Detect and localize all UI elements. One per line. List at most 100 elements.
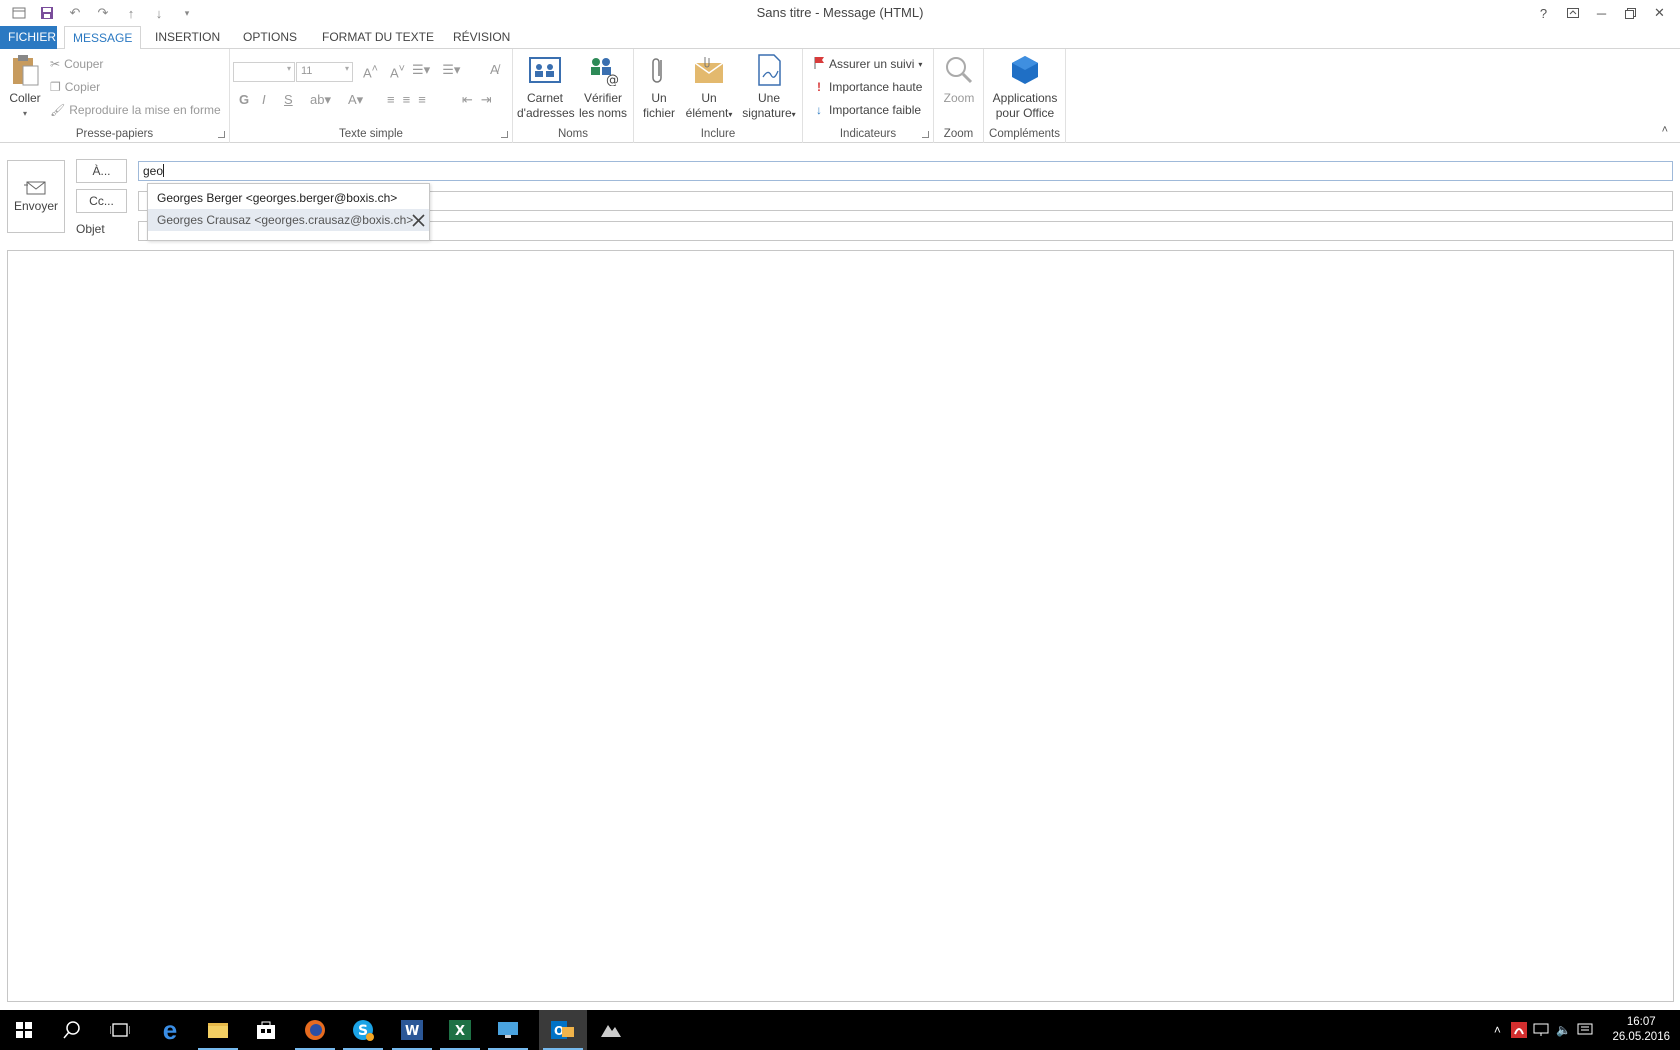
address-book-label-2: d'adresses [517, 106, 575, 120]
send-button[interactable]: Envoyer [7, 160, 65, 233]
zoom-label: Zoom [943, 91, 975, 105]
numbering-icon[interactable]: ☰▾ [442, 62, 460, 78]
attach-item-button[interactable]: Un élément▾ [680, 53, 738, 122]
tab-insert[interactable]: INSERTION [147, 26, 228, 49]
indent-buttons: ⇤ ⇥ [462, 92, 492, 108]
include-group-label: Inclure [700, 128, 736, 140]
attach-file-button[interactable]: Un fichier [638, 53, 680, 121]
message-body[interactable] [7, 250, 1674, 1002]
follow-up-dropdown-icon[interactable]: ▾ [918, 60, 922, 69]
align-center-icon[interactable]: ≡ [403, 92, 411, 107]
autocomplete-item-selected[interactable]: Georges Crausaz <georges.crausaz@boxis.c… [148, 209, 429, 231]
paste-dropdown-icon[interactable]: ▾ [6, 106, 44, 121]
close-window-icon[interactable]: ✕ [1645, 2, 1674, 24]
font-size-combo[interactable]: 11 ▾ [296, 62, 353, 82]
group-zoom: Zoom Zoom [934, 49, 984, 143]
group-tags: Assurer un suivi ▾ ! Importance haute ↓ … [803, 49, 934, 143]
restore-icon[interactable] [1616, 2, 1645, 24]
signature-button[interactable]: Une signature▾ [738, 53, 800, 122]
cut-button[interactable]: ✂ Couper [50, 54, 103, 74]
font-grow-shrink: A˄ A˅ [363, 63, 405, 80]
show-hidden-icons-icon[interactable]: ˄ [1486, 1023, 1508, 1037]
autocomplete-item[interactable]: Georges Berger <georges.berger@boxis.ch> [148, 187, 429, 209]
volume-icon[interactable]: 🔈 [1552, 1023, 1574, 1037]
font-color-icon[interactable]: A▾ [348, 92, 363, 108]
group-names: Carnet d'adresses @ Vérifier les noms No… [513, 49, 634, 143]
task-view-icon [110, 1023, 130, 1037]
low-importance-label: Importance faible [829, 103, 922, 117]
start-button[interactable] [0, 1010, 48, 1050]
underline-button[interactable]: S [284, 92, 293, 107]
copy-button[interactable]: ❐ Copier [50, 77, 100, 97]
office-apps-button[interactable]: Applications pour Office [986, 53, 1064, 121]
font-name-combo[interactable]: ▾ [233, 62, 295, 82]
highlight-icon[interactable]: ab▾ [310, 92, 331, 108]
follow-up-label: Assurer un suivi [829, 57, 915, 71]
search-icon [63, 1021, 80, 1039]
address-book-button[interactable]: Carnet d'adresses [517, 53, 575, 121]
tab-review[interactable]: RÉVISION [445, 26, 518, 49]
to-field[interactable]: geo [138, 161, 1673, 181]
action-center-icon[interactable] [1574, 1023, 1596, 1037]
app-button[interactable] [587, 1010, 635, 1050]
tab-message[interactable]: MESSAGE [64, 26, 142, 50]
tab-format-text[interactable]: FORMAT DU TEXTE [314, 26, 442, 49]
word-button[interactable]: W [388, 1010, 436, 1050]
low-importance-button[interactable]: ↓ Importance faible [813, 100, 921, 120]
italic-button[interactable]: I [262, 92, 266, 107]
decrease-indent-icon[interactable]: ⇤ [462, 92, 473, 108]
remote-desktop-button[interactable] [484, 1010, 532, 1050]
scissors-icon: ✂ [50, 57, 61, 71]
paste-button[interactable]: Coller ▾ [6, 53, 44, 121]
cc-button[interactable]: Cc... [76, 189, 127, 213]
task-view-button[interactable] [96, 1010, 144, 1050]
tab-file[interactable]: FICHIER [0, 26, 57, 49]
down-arrow-icon: ↓ [816, 103, 822, 117]
skype-button[interactable]: S [339, 1010, 387, 1050]
align-right-icon[interactable]: ≡ [418, 92, 426, 107]
windows-logo-icon [16, 1022, 32, 1038]
signature-label-1: Une [757, 91, 780, 105]
firefox-button[interactable] [291, 1010, 339, 1050]
high-importance-button[interactable]: ! Importance haute [813, 77, 922, 97]
remove-suggestion-icon[interactable] [409, 211, 427, 229]
clipboard-launcher-icon[interactable] [218, 131, 225, 138]
align-left-icon[interactable]: ≡ [387, 92, 395, 107]
tab-options[interactable]: OPTIONS [235, 26, 305, 49]
attach-file-label-2: fichier [642, 106, 675, 120]
help-icon[interactable]: ? [1529, 2, 1558, 24]
envelope-attach-icon [692, 53, 726, 87]
to-button[interactable]: À... [76, 159, 127, 183]
antivirus-icon[interactable] [1508, 1022, 1530, 1038]
ribbon-display-options-icon[interactable] [1558, 2, 1587, 24]
collapse-ribbon-icon[interactable]: ˄ [1662, 124, 1668, 136]
basic-text-launcher-icon[interactable] [501, 131, 508, 138]
clipboard-group-label: Presse-papiers [75, 128, 154, 140]
excel-button[interactable]: X [436, 1010, 484, 1050]
clock[interactable]: 16:07 26.05.2016 [1612, 1015, 1670, 1045]
clear-format-icon[interactable]: A̸ [490, 62, 499, 77]
file-explorer-button[interactable] [194, 1010, 242, 1050]
autocomplete-list: Georges Berger <georges.berger@boxis.ch>… [147, 183, 430, 241]
search-button[interactable] [48, 1010, 96, 1050]
edge-icon: e [162, 1014, 178, 1045]
outlook-button[interactable]: O [539, 1010, 587, 1050]
check-names-button[interactable]: @ Vérifier les noms [576, 53, 630, 121]
copy-icon: ❐ [50, 80, 61, 94]
network-icon[interactable] [1530, 1023, 1552, 1037]
text-caret [163, 164, 165, 177]
edge-button[interactable]: e [146, 1010, 194, 1050]
shrink-font-icon[interactable]: A˅ [390, 63, 405, 80]
tags-launcher-icon[interactable] [922, 131, 929, 138]
grow-font-icon[interactable]: A˄ [363, 63, 378, 80]
zoom-button[interactable]: Zoom [937, 53, 981, 106]
store-button[interactable] [242, 1010, 290, 1050]
increase-indent-icon[interactable]: ⇥ [481, 92, 492, 108]
minimize-icon[interactable]: ─ [1587, 2, 1616, 24]
office-apps-label-1: Applications [992, 91, 1058, 105]
basic-text-group-label: Texte simple [339, 128, 403, 140]
bold-button[interactable]: G [239, 92, 249, 107]
follow-up-button[interactable]: Assurer un suivi ▾ [813, 54, 922, 74]
format-painter-button[interactable]: 🖌 Reproduire la mise en forme [50, 100, 221, 120]
bullets-icon[interactable]: ☰▾ [412, 62, 430, 78]
